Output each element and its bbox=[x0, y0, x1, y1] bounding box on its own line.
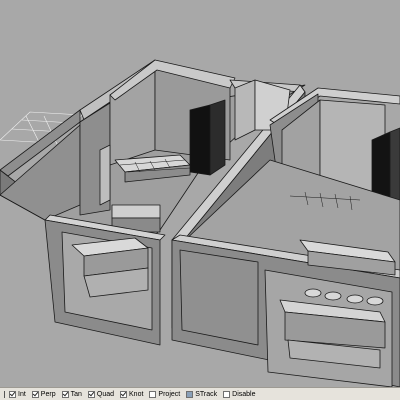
osnap-label: Perp bbox=[40, 390, 56, 398]
osnap-perp[interactable]: Perp bbox=[31, 390, 56, 398]
osnap-disable[interactable]: Disable bbox=[223, 390, 256, 398]
osnap-checkbox[interactable] bbox=[87, 390, 95, 398]
osnap-checkbox[interactable] bbox=[186, 390, 194, 398]
osnap-int[interactable]: Int bbox=[9, 390, 26, 398]
osnap-label: STrack bbox=[195, 390, 218, 398]
osnap-tan[interactable]: Tan bbox=[61, 390, 82, 398]
osnap-label: Disable bbox=[232, 390, 256, 398]
osnap-knot[interactable]: Knot bbox=[120, 390, 144, 398]
osnap-label: Project bbox=[158, 390, 181, 398]
osnap-project[interactable]: Project bbox=[149, 390, 181, 398]
osnap-checkbox[interactable] bbox=[120, 390, 128, 398]
statusbar-leading-check bbox=[0, 390, 5, 398]
osnap-checkbox[interactable] bbox=[9, 390, 16, 398]
perspective-viewport[interactable] bbox=[0, 0, 400, 387]
model-scene[interactable] bbox=[0, 0, 400, 387]
osnap-label: Quad bbox=[96, 390, 115, 398]
osnap-strack[interactable]: STrack bbox=[186, 390, 218, 398]
osnap-checkbox[interactable] bbox=[31, 390, 39, 398]
osnap-checkbox[interactable] bbox=[61, 390, 69, 398]
osnap-checkbox[interactable] bbox=[223, 390, 231, 398]
osnap-checkbox[interactable] bbox=[149, 390, 157, 398]
osnap-label: Tan bbox=[70, 390, 82, 398]
osnap-status-bar: Int Perp Tan Quad Knot Project STrack Disable bbox=[0, 387, 400, 400]
osnap-label: Int bbox=[18, 390, 26, 398]
osnap-quad[interactable]: Quad bbox=[87, 390, 115, 398]
osnap-label: Knot bbox=[129, 390, 144, 398]
